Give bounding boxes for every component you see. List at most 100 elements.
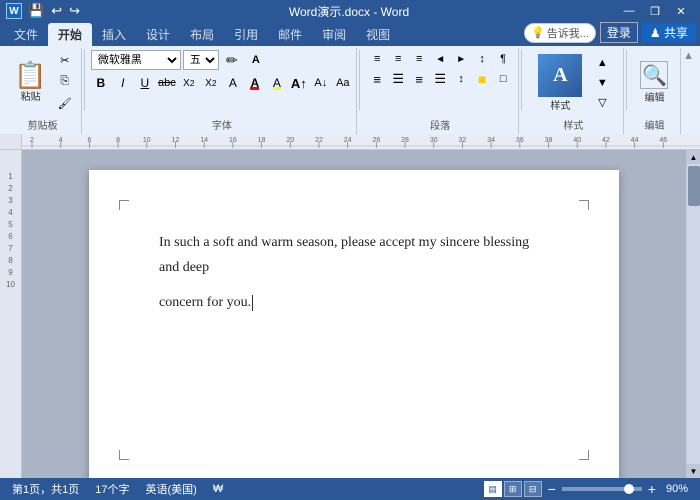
svg-text:20: 20 — [286, 137, 294, 144]
bullets-btn[interactable]: ≡ — [367, 50, 387, 68]
shading-btn[interactable]: ■ — [472, 70, 492, 88]
svg-text:42: 42 — [602, 137, 610, 144]
word-count[interactable]: 17个字 — [91, 481, 133, 497]
multilevel-btn[interactable]: ≡ — [409, 50, 429, 68]
align-center-btn[interactable]: ☰ — [388, 70, 408, 88]
superscript-button[interactable]: X2 — [201, 74, 221, 92]
svg-text:38: 38 — [545, 137, 553, 144]
decrease-indent-btn[interactable]: ◄ — [430, 50, 450, 68]
justify-btn[interactable]: ☰ — [430, 70, 450, 88]
align-right-btn[interactable]: ≡ — [409, 70, 429, 88]
font-label: 字体 — [212, 117, 232, 132]
sep3 — [521, 50, 522, 110]
borders-btn[interactable]: □ — [493, 70, 513, 88]
font-color-btn[interactable]: A — [245, 74, 265, 92]
zoom-percent[interactable]: 90% — [662, 483, 692, 495]
font-color-bar — [250, 87, 259, 90]
format-painter-button[interactable]: 🖌 — [54, 94, 76, 112]
align-left-btn[interactable]: ≡ — [367, 70, 387, 88]
scroll-up-btn[interactable]: ▲ — [687, 150, 700, 164]
view-web-btn[interactable]: ⊟ — [524, 481, 542, 497]
svg-text:40: 40 — [573, 137, 581, 144]
styles-down-btn[interactable]: ▼ — [591, 74, 613, 92]
tell-me-box[interactable]: 💡 告诉我... — [524, 23, 596, 43]
line-spacing-btn[interactable]: ↕ — [451, 70, 471, 88]
document-text[interactable]: In such a soft and warm season, please a… — [159, 230, 549, 316]
tab-view[interactable]: 视图 — [356, 23, 400, 46]
underline-button[interactable]: U — [135, 74, 155, 92]
increase-indent-btn[interactable]: ► — [451, 50, 471, 68]
ribbon-collapse[interactable]: ▲ — [681, 48, 696, 134]
ruler-mark-5: 5 — [8, 218, 12, 230]
numbering-btn[interactable]: ≡ — [388, 50, 408, 68]
view-read-btn[interactable]: ⊞ — [504, 481, 522, 497]
tab-home[interactable]: 开始 — [48, 23, 92, 46]
zoom-plus-btn[interactable]: + — [646, 481, 658, 497]
cut-button[interactable]: ✂ — [54, 52, 76, 70]
view-print-btn[interactable]: ▤ — [484, 481, 502, 497]
italic-button[interactable]: I — [113, 74, 133, 92]
document-page[interactable]: In such a soft and warm season, please a… — [89, 170, 619, 478]
clear-format-button[interactable]: A — [223, 74, 243, 92]
tab-insert[interactable]: 插入 — [92, 23, 136, 46]
tab-layout[interactable]: 布局 — [180, 23, 224, 46]
editing-button[interactable]: 🔍 编辑 — [634, 51, 674, 115]
show-para-btn[interactable]: ¶ — [493, 50, 513, 68]
scrollbar-vertical[interactable]: ▲ ▼ — [686, 150, 700, 478]
font-format-btn[interactable]: A — [245, 51, 267, 69]
font-size-select[interactable]: 五号 — [183, 50, 219, 70]
scroll-area[interactable]: In such a soft and warm season, please a… — [22, 150, 686, 478]
share-button[interactable]: ♟ 共享 — [642, 23, 696, 42]
ribbon-tabs: 文件 开始 插入 设计 布局 引用 邮件 审阅 视图 💡 告诉我... 登录 ♟… — [0, 22, 700, 46]
svg-text:22: 22 — [315, 137, 323, 144]
login-button[interactable]: 登录 — [600, 22, 638, 43]
sort-btn[interactable]: ↕ — [472, 50, 492, 68]
scroll-down-btn[interactable]: ▼ — [687, 464, 700, 478]
styles-button[interactable]: A 样式 — [533, 51, 587, 115]
styles-up-btn[interactable]: ▲ — [591, 54, 613, 72]
font-name-select[interactable]: 微软雅黑 — [91, 50, 181, 70]
ribbon-group-clipboard: 📋 粘贴 ✂ ⎘ 🖌 剪贴板 — [4, 48, 82, 134]
tab-references[interactable]: 引用 — [224, 23, 268, 46]
case-btn[interactable]: Aa — [333, 74, 353, 92]
zoom-slider[interactable] — [562, 487, 642, 491]
styles-icon: A — [538, 54, 582, 97]
ruler-mark-2: 2 — [8, 182, 12, 194]
quick-access-toolbar: 💾 ↩ ↪ — [26, 3, 82, 19]
undo-quick-btn[interactable]: ↩ — [49, 3, 64, 19]
tab-file[interactable]: 文件 — [4, 23, 48, 46]
tab-review[interactable]: 审阅 — [312, 23, 356, 46]
grow-btn[interactable]: A↑ — [289, 74, 309, 92]
ruler-track: 2468101214161820222426283032343638404244… — [22, 134, 700, 149]
title-bar: W 💾 ↩ ↪ Word演示.docx - Word — ❐ ✕ — [0, 0, 700, 22]
tab-design[interactable]: 设计 — [136, 23, 180, 46]
language[interactable]: 英语(美国) — [142, 481, 201, 497]
copy-button[interactable]: ⎘ — [54, 73, 76, 91]
track-changes[interactable]: ₩ — [209, 483, 227, 495]
main-area: 1 2 3 4 5 6 7 8 9 10 In such a soft and … — [0, 150, 700, 478]
minimize-btn[interactable]: — — [616, 2, 642, 20]
ruler-corner — [0, 134, 22, 150]
subscript-button[interactable]: X2 — [179, 74, 199, 92]
tab-mailings[interactable]: 邮件 — [268, 23, 312, 46]
page-info[interactable]: 第1页，共1页 — [8, 481, 83, 497]
ruler-mark-1: 1 — [8, 170, 12, 182]
close-btn[interactable]: ✕ — [668, 2, 694, 20]
corner-br — [579, 450, 589, 460]
styles-more-btn[interactable]: ▽ — [591, 94, 613, 112]
highlight-btn[interactable]: A — [267, 74, 287, 92]
paste-button[interactable]: 📋 粘贴 — [9, 50, 51, 114]
strikethrough-button[interactable]: abc — [157, 74, 177, 92]
font-dialog-icon[interactable]: ✏ — [221, 51, 243, 69]
highlight-underline: A — [273, 76, 281, 90]
restore-btn[interactable]: ❐ — [642, 2, 668, 20]
ruler-mark-8: 8 — [8, 254, 12, 266]
bold-button[interactable]: B — [91, 74, 111, 92]
zoom-minus-btn[interactable]: − — [546, 481, 558, 497]
svg-text:28: 28 — [401, 137, 409, 144]
save-quick-btn[interactable]: 💾 — [26, 3, 46, 19]
shrink-btn[interactable]: A↓ — [311, 74, 331, 92]
redo-quick-btn[interactable]: ↪ — [67, 3, 82, 19]
styles-label: 样式 — [563, 117, 583, 132]
scroll-thumb[interactable] — [688, 166, 700, 206]
